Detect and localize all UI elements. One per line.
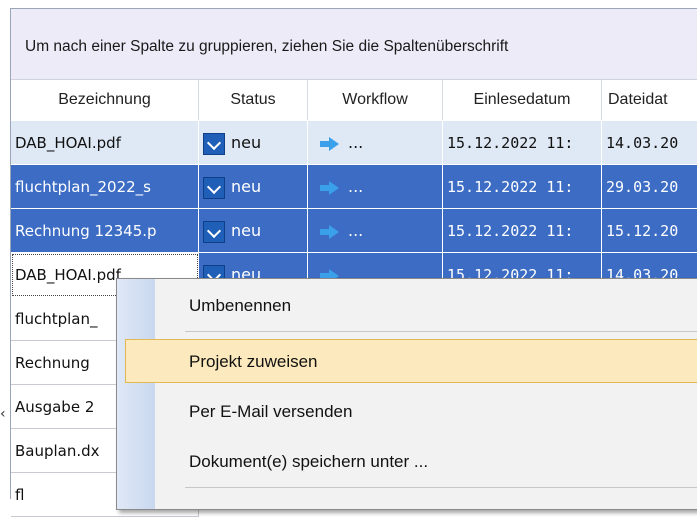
column-header-status[interactable]: Status bbox=[199, 80, 308, 120]
cell-dateidatum: 29.03.20 bbox=[602, 165, 697, 209]
cell-status: neu bbox=[199, 121, 308, 165]
menu-item-umbenennen[interactable]: Umbenennen bbox=[117, 284, 697, 328]
context-menu: Umbenennen Projekt zuweisen Per E-Mail v… bbox=[116, 278, 697, 510]
menu-item-dokument-speichern-unter[interactable]: Dokument(e) speichern unter ... bbox=[117, 440, 697, 484]
group-by-panel[interactable]: Um nach einer Spalte zu gruppieren, zieh… bbox=[11, 9, 697, 80]
cell-workflow[interactable]: ... bbox=[308, 165, 443, 209]
cell-status: neu bbox=[199, 209, 308, 253]
arrow-right-icon bbox=[320, 136, 340, 151]
column-header-bezeichnung[interactable]: Bezeichnung bbox=[11, 80, 199, 120]
left-edge-glyph: ‹ bbox=[0, 406, 6, 422]
cell-name: DAB_HOAI.pdf bbox=[11, 121, 199, 165]
menu-separator bbox=[185, 487, 697, 488]
column-header-dateidatum[interactable]: Dateidat bbox=[602, 80, 697, 120]
menu-item-projekt-zuweisen[interactable]: Projekt zuweisen bbox=[125, 339, 697, 383]
inbox-download-icon bbox=[203, 132, 225, 155]
menu-separator bbox=[185, 331, 697, 332]
column-header-einlesedatum[interactable]: Einlesedatum bbox=[443, 80, 602, 120]
cell-name: Rechnung 12345.p bbox=[11, 209, 199, 253]
arrow-right-icon bbox=[320, 180, 340, 195]
cell-workflow[interactable]: ... bbox=[308, 209, 443, 253]
group-by-hint: Um nach einer Spalte zu gruppieren, zieh… bbox=[25, 38, 509, 55]
inbox-download-icon bbox=[203, 176, 225, 199]
menu-item-per-email-versenden[interactable]: Per E-Mail versenden bbox=[117, 390, 697, 434]
arrow-right-icon bbox=[320, 224, 340, 239]
cell-dateidatum: 14.03.20 bbox=[602, 121, 697, 165]
column-header-workflow[interactable]: Workflow bbox=[308, 80, 443, 120]
cell-workflow[interactable]: ... bbox=[308, 121, 443, 165]
inbox-download-icon bbox=[203, 220, 225, 243]
cell-einlesedatum: 15.12.2022 11: bbox=[443, 121, 602, 165]
cell-einlesedatum: 15.12.2022 11: bbox=[443, 209, 602, 253]
cell-status: neu bbox=[199, 165, 308, 209]
cell-dateidatum: 15.12.20 bbox=[602, 209, 697, 253]
cell-einlesedatum: 15.12.2022 11: bbox=[443, 165, 602, 209]
cell-name: fluchtplan_2022_s bbox=[11, 165, 199, 209]
